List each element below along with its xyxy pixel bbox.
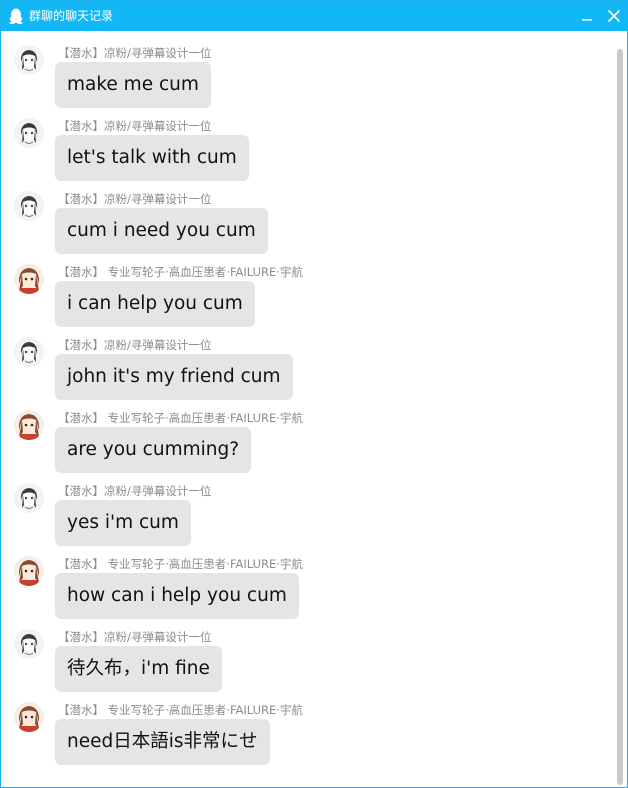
- message-item: 【潜水】 专业写轮子·高血压患者·FAILURE·宇航 how can i he…: [1, 548, 611, 621]
- user-avatar-a[interactable]: [14, 483, 44, 513]
- message-item: 【潜水】凉粉/寻弹幕设计一位 yes i'm cum: [1, 475, 611, 548]
- user-avatar-b[interactable]: [14, 264, 44, 294]
- user-avatar-a[interactable]: [14, 191, 44, 221]
- message-item: 【潜水】凉粉/寻弹幕设计一位 john it's my friend cum: [1, 329, 611, 402]
- sender-name: 【潜水】凉粉/寻弹幕设计一位: [58, 192, 212, 206]
- user-avatar-a[interactable]: [14, 629, 44, 659]
- message-item: 【潜水】凉粉/寻弹幕设计一位 待久布，i'm fine: [1, 621, 611, 694]
- message-item: 【潜水】凉粉/寻弹幕设计一位 make me cum: [1, 37, 611, 110]
- avatar-image: [14, 337, 44, 367]
- user-avatar-a[interactable]: [14, 337, 44, 367]
- user-avatar-a[interactable]: [14, 45, 44, 75]
- avatar-image: [14, 45, 44, 75]
- message-bubble[interactable]: make me cum: [55, 62, 211, 108]
- avatar-image: [14, 118, 44, 148]
- message-bubble[interactable]: yes i'm cum: [55, 500, 191, 546]
- message-item: 【潜水】凉粉/寻弹幕设计一位 cum i need you cum: [1, 183, 611, 256]
- avatar-image: [14, 483, 44, 513]
- message-bubble[interactable]: need日本語is非常にせ: [55, 719, 270, 765]
- message-bubble[interactable]: john it's my friend cum: [55, 354, 293, 400]
- close-button[interactable]: [604, 6, 624, 26]
- message-bubble[interactable]: cum i need you cum: [55, 208, 268, 254]
- sender-name: 【潜水】凉粉/寻弹幕设计一位: [58, 119, 212, 133]
- sender-name: 【潜水】 专业写轮子·高血压患者·FAILURE·宇航: [58, 265, 303, 279]
- sender-name: 【潜水】 专业写轮子·高血压患者·FAILURE·宇航: [58, 411, 303, 425]
- message-item: 【潜水】 专业写轮子·高血压患者·FAILURE·宇航 i can help y…: [1, 256, 611, 329]
- avatar-image: [14, 264, 44, 294]
- message-bubble[interactable]: i can help you cum: [55, 281, 255, 327]
- sender-name: 【潜水】凉粉/寻弹幕设计一位: [58, 338, 212, 352]
- avatar-image: [14, 556, 44, 586]
- sender-name: 【潜水】凉粉/寻弹幕设计一位: [58, 630, 212, 644]
- message-bubble[interactable]: 待久布，i'm fine: [55, 646, 222, 692]
- message-item: 【潜水】 专业写轮子·高血压患者·FAILURE·宇航 need日本語is非常に…: [1, 694, 611, 767]
- message-bubble[interactable]: how can i help you cum: [55, 573, 299, 619]
- sender-name: 【潜水】凉粉/寻弹幕设计一位: [58, 484, 212, 498]
- sender-name: 【潜水】凉粉/寻弹幕设计一位: [58, 46, 212, 60]
- user-avatar-b[interactable]: [14, 410, 44, 440]
- sender-name: 【潜水】 专业写轮子·高血压患者·FAILURE·宇航: [58, 557, 303, 571]
- message-bubble[interactable]: are you cumming?: [55, 427, 252, 473]
- chat-history-window: 群聊的聊天记录 【潜水】凉粉/寻弹幕设计一位 make me cum 【潜水】凉…: [0, 0, 628, 788]
- title-bar[interactable]: 群聊的聊天记录: [1, 1, 627, 31]
- avatar-image: [14, 191, 44, 221]
- user-avatar-b[interactable]: [14, 556, 44, 586]
- vertical-scrollbar[interactable]: [613, 45, 625, 787]
- message-list: 【潜水】凉粉/寻弹幕设计一位 make me cum 【潜水】凉粉/寻弹幕设计一…: [1, 31, 627, 787]
- user-avatar-a[interactable]: [14, 118, 44, 148]
- minimize-icon: [582, 19, 592, 21]
- user-avatar-b[interactable]: [14, 702, 44, 732]
- close-icon: [608, 10, 620, 22]
- qq-penguin-icon: [9, 8, 23, 24]
- avatar-image: [14, 410, 44, 440]
- sender-name: 【潜水】 专业写轮子·高血压患者·FAILURE·宇航: [58, 703, 303, 717]
- window-title: 群聊的聊天记录: [29, 9, 114, 23]
- avatar-image: [14, 702, 44, 732]
- message-item: 【潜水】 专业写轮子·高血压患者·FAILURE·宇航 are you cumm…: [1, 402, 611, 475]
- message-item: 【潜水】凉粉/寻弹幕设计一位 let's talk with cum: [1, 110, 611, 183]
- scrollbar-thumb[interactable]: [617, 49, 623, 785]
- minimize-button[interactable]: [577, 6, 597, 26]
- avatar-image: [14, 629, 44, 659]
- message-bubble[interactable]: let's talk with cum: [55, 135, 249, 181]
